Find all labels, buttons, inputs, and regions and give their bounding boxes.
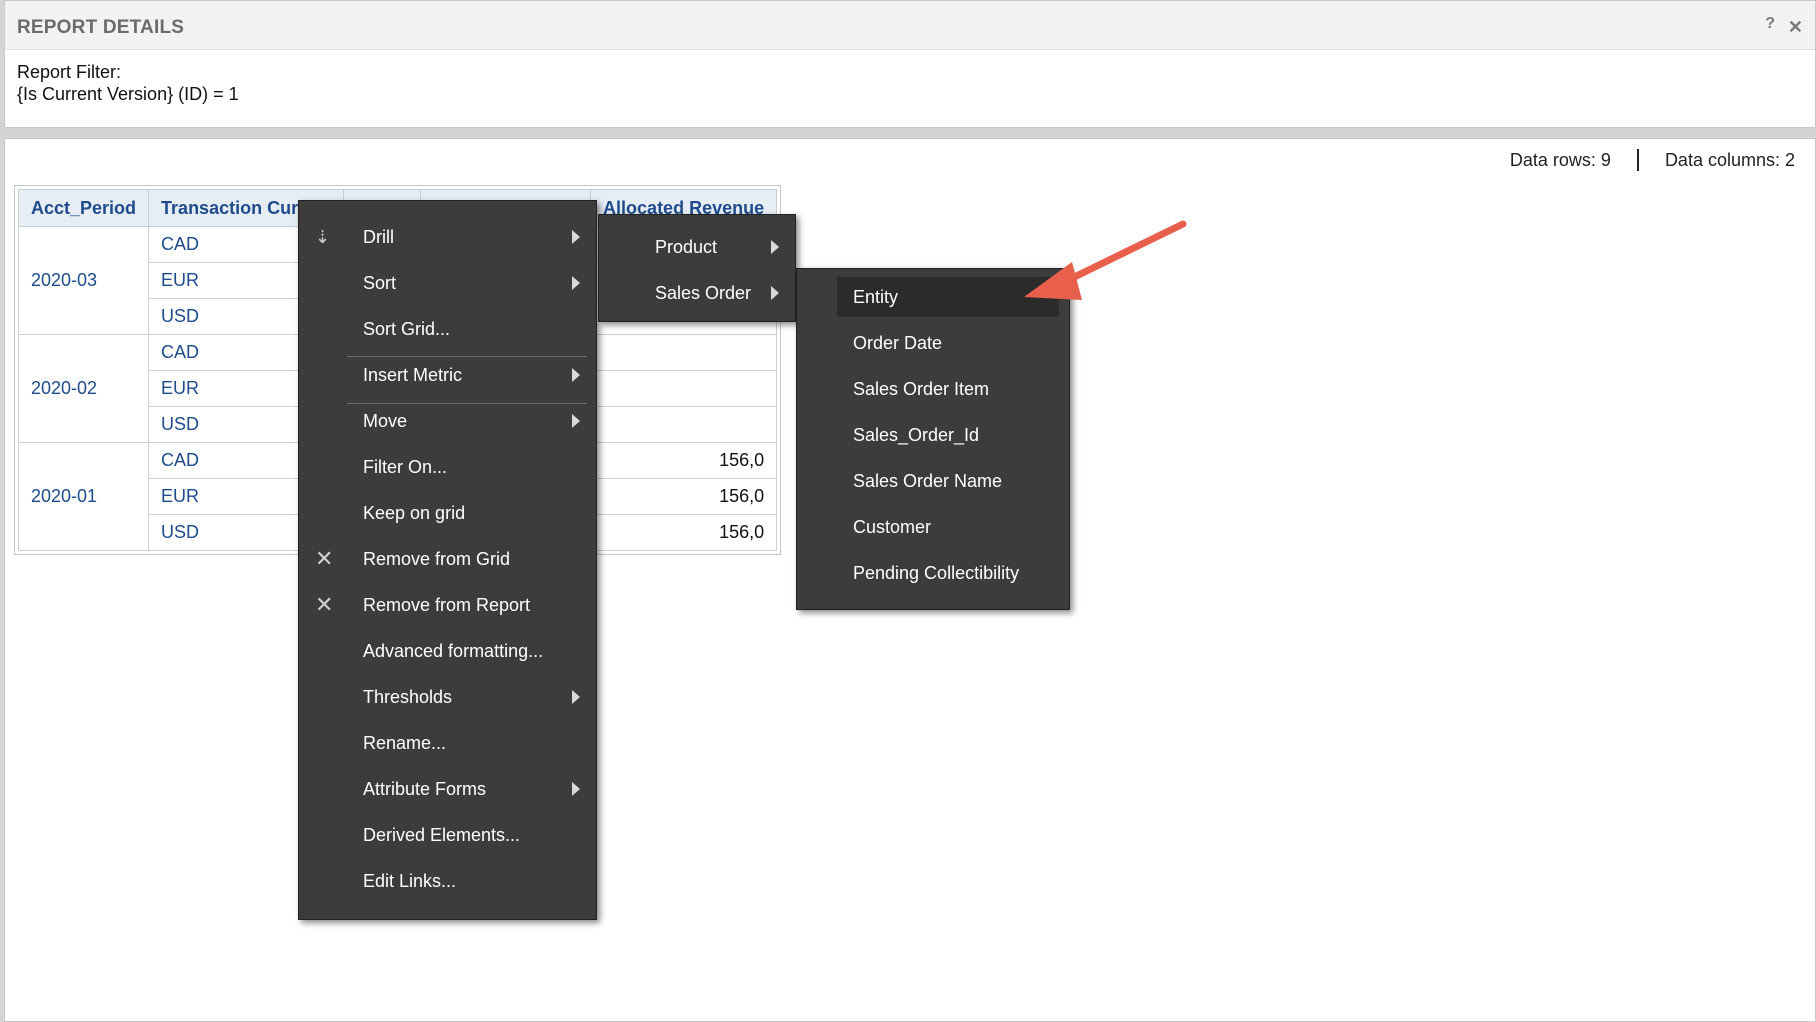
revenue-cell [590,406,778,443]
header-acct-period[interactable]: Acct_Period [17,189,150,227]
chevron-right-icon [572,368,580,382]
data-columns-count: Data columns: 2 [1664,149,1795,170]
menu-item-sales-order-item[interactable]: Sales Order Item [837,369,1059,409]
menu-item-label: Pending Collectibility [853,562,1020,583]
menu-item-label: Edit Links... [363,870,457,891]
help-icon[interactable]: ? [1765,15,1775,33]
divider [1636,149,1639,171]
report-details-header: REPORT DETAILS ? ✕ [5,1,1815,50]
menu-item-order-date[interactable]: Order Date [837,323,1059,363]
menu-item-sort[interactable]: Sort [299,263,596,303]
menu-item-drill[interactable]: ⇣ Drill [299,217,596,257]
report-filter-label: Report Filter: [17,62,122,82]
chevron-right-icon [771,240,779,254]
menu-item-keep-on-grid[interactable]: Keep on grid [299,493,596,533]
menu-item-derived-elements[interactable]: Derived Elements... [299,815,596,855]
report-details-panel: REPORT DETAILS ? ✕ Report Filter: {Is Cu… [4,0,1816,128]
menu-item-label: Entity [853,286,899,307]
menu-item-label: Remove from Grid [363,548,511,569]
menu-item-sales-order-id[interactable]: Sales_Order_Id [837,415,1059,455]
menu-item-label: Drill [363,226,394,247]
menu-item-label: Rename... [363,732,447,753]
menu-item-label: Thresholds [363,686,453,707]
menu-item-label: Attribute Forms [363,778,487,799]
drill-submenu: Product Sales Order [598,214,796,322]
revenue-cell [590,334,778,371]
chevron-right-icon [572,414,580,428]
menu-item-label: Sort Grid... [363,318,451,339]
menu-divider [347,403,587,404]
data-rows-count: Data rows: 9 [1509,149,1611,170]
menu-item-label: Sales_Order_Id [853,424,980,445]
menu-item-label: Move [363,410,408,431]
menu-item-edit-links[interactable]: Edit Links... [299,861,596,901]
menu-item-label: Keep on grid [363,502,466,523]
menu-item-rename[interactable]: Rename... [299,723,596,763]
chevron-right-icon [572,230,580,244]
x-icon: ✕ [315,546,334,571]
chevron-right-icon [572,276,580,290]
revenue-cell: 156,0 [590,442,778,479]
menu-item-label: Product [655,236,718,257]
menu-item-label: Insert Metric [363,364,463,385]
menu-item-sales-order[interactable]: Sales Order [599,273,795,313]
sales-order-submenu: Entity Order Date Sales Order Item Sales_Or… [796,268,1070,610]
menu-item-advanced-formatting[interactable]: Advanced formatting... [299,631,596,671]
menu-divider [347,356,587,357]
data-info: Data rows: 9 Data columns: 2 [1510,149,1795,171]
menu-item-label: Advanced formatting... [363,640,544,661]
menu-item-customer[interactable]: Customer [837,507,1059,547]
menu-item-sales-order-name[interactable]: Sales Order Name [837,461,1059,501]
menu-item-label: Sales Order Item [853,378,990,399]
report-details-title: REPORT DETAILS [17,17,185,38]
menu-item-product[interactable]: Product [599,227,795,267]
menu-item-label: Customer [853,516,932,537]
revenue-cell: 156,0 [590,478,778,515]
menu-item-label: Filter On... [363,456,448,477]
menu-item-label: Sales Order Name [853,470,1003,491]
x-icon: ✕ [315,592,334,617]
menu-item-label: Order Date [853,332,943,353]
drill-icon: ⇣ [315,226,331,247]
menu-item-move[interactable]: Move [299,401,596,441]
menu-item-attribute-forms[interactable]: Attribute Forms [299,769,596,809]
chevron-right-icon [771,286,779,300]
period-cell[interactable]: 2020-01 [17,442,150,551]
menu-item-sort-grid[interactable]: Sort Grid... [299,309,596,349]
menu-item-insert-metric[interactable]: Insert Metric [299,355,596,395]
report-filter: Report Filter: {Is Current Version} (ID)… [17,61,239,105]
report-filter-value: {Is Current Version} (ID) = 1 [17,84,239,104]
chevron-right-icon [572,782,580,796]
menu-item-remove-from-grid[interactable]: ✕ Remove from Grid [299,539,596,579]
revenue-cell [590,370,778,407]
menu-item-pending-collectibility[interactable]: Pending Collectibility [837,553,1059,593]
period-cell[interactable]: 2020-03 [17,226,150,335]
menu-item-label: Derived Elements... [363,824,521,845]
menu-item-entity[interactable]: Entity [837,277,1059,317]
close-icon[interactable]: ✕ [1788,17,1803,38]
period-cell[interactable]: 2020-02 [17,334,150,443]
revenue-cell: 156,0 [590,514,778,551]
context-menu: ⇣ Drill Sort Sort Grid... Insert Metric Move F… [298,200,597,920]
menu-item-label: Sort [363,272,397,293]
menu-item-remove-from-report[interactable]: ✕ Remove from Report [299,585,596,625]
menu-item-label: Remove from Report [363,594,531,615]
menu-item-filter-on[interactable]: Filter On... [299,447,596,487]
chevron-right-icon [572,690,580,704]
menu-item-label: Sales Order [655,282,752,303]
menu-item-thresholds[interactable]: Thresholds [299,677,596,717]
